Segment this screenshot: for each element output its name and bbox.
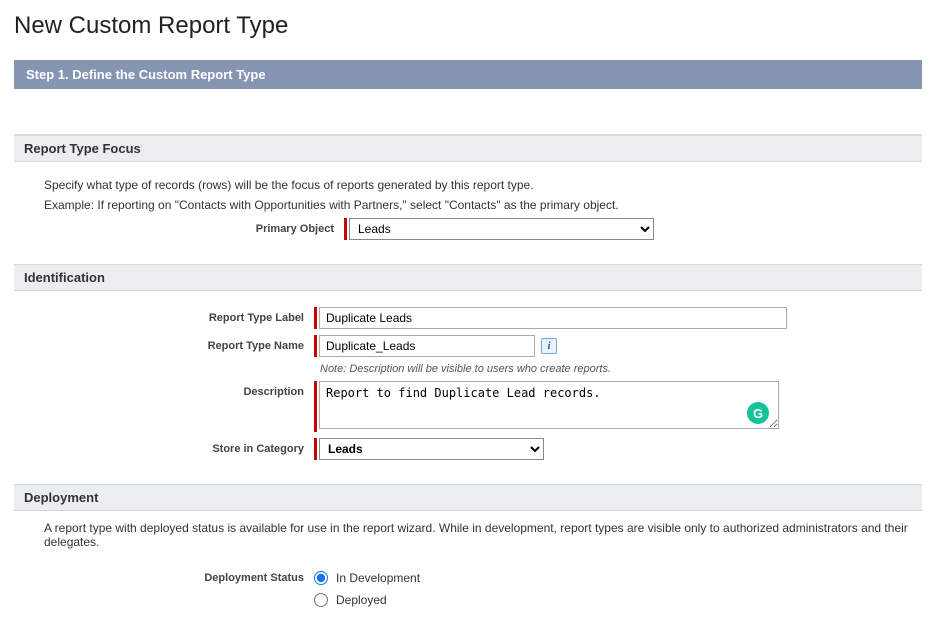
report-type-name-label: Report Type Name (14, 335, 314, 352)
section-header-focus: Report Type Focus (14, 135, 922, 162)
radio-in-development[interactable]: In Development (314, 571, 420, 585)
radio-deployed-label: Deployed (336, 593, 387, 607)
radio-in-development-input[interactable] (314, 571, 328, 585)
focus-help-2: Example: If reporting on "Contacts with … (44, 198, 892, 212)
radio-in-development-label: In Development (336, 571, 420, 585)
store-in-category-select[interactable]: Leads (319, 438, 544, 460)
required-indicator (314, 438, 317, 460)
report-type-label-input[interactable] (319, 307, 787, 329)
radio-deployed[interactable]: Deployed (314, 593, 387, 607)
radio-deployed-input[interactable] (314, 593, 328, 607)
description-note: Note: Description will be visible to use… (320, 363, 922, 375)
section-body-focus: Specify what type of records (rows) will… (14, 162, 922, 264)
store-in-category-label: Store in Category (14, 438, 314, 455)
required-indicator (314, 335, 317, 357)
required-indicator (344, 218, 347, 240)
deployment-status-label: Deployment Status (14, 567, 314, 584)
step-header: Step 1. Define the Custom Report Type (14, 60, 922, 89)
primary-object-label: Primary Object (44, 218, 344, 235)
section-header-deployment: Deployment (14, 484, 922, 511)
description-textarea[interactable] (319, 381, 779, 429)
focus-help-1: Specify what type of records (rows) will… (44, 178, 892, 192)
report-type-label-label: Report Type Label (14, 307, 314, 324)
section-body-identification: Report Type Label Report Type Name i Not… (14, 291, 922, 484)
section-body-deployment: A report type with deployed status is av… (14, 511, 922, 611)
report-type-name-input[interactable] (319, 335, 535, 357)
step-toolbar-area (14, 89, 922, 135)
deployment-help: A report type with deployed status is av… (14, 511, 922, 561)
required-indicator (314, 307, 317, 329)
page-title: New Custom Report Type (14, 12, 922, 40)
description-label: Description (14, 381, 314, 398)
info-icon[interactable]: i (541, 338, 557, 354)
primary-object-select[interactable]: Leads (349, 218, 654, 240)
section-header-identification: Identification (14, 264, 922, 291)
required-indicator (314, 381, 317, 432)
